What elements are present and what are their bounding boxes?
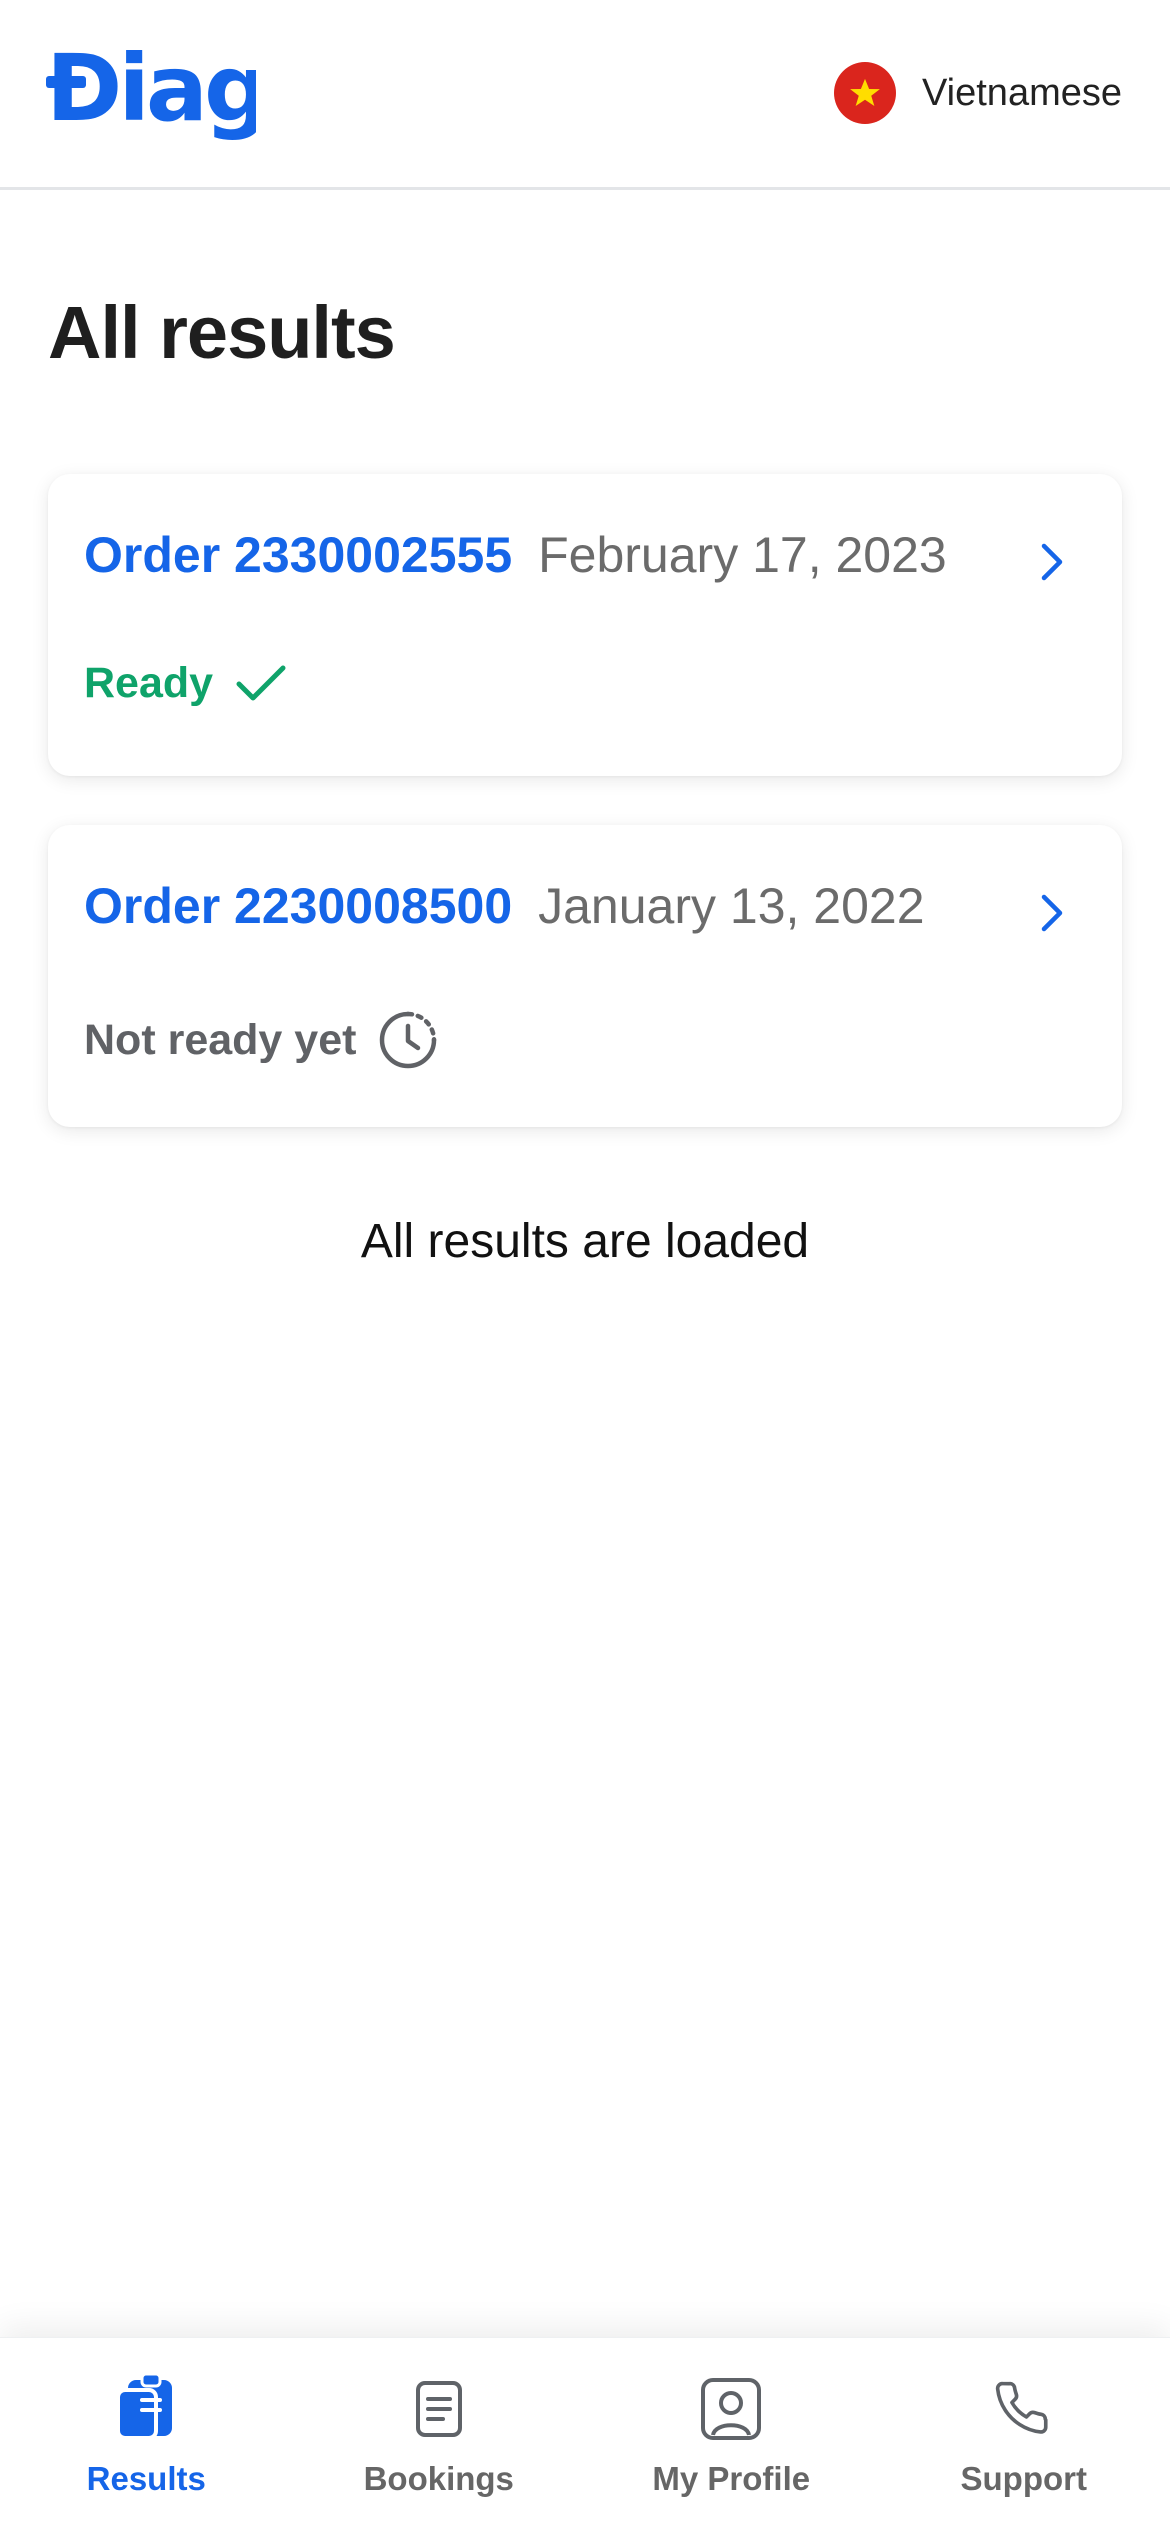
tab-bookings[interactable]: Bookings xyxy=(293,2338,586,2532)
tab-my-profile[interactable]: My Profile xyxy=(585,2338,878,2532)
order-date: January 13, 2022 xyxy=(538,878,925,934)
status-label: Ready xyxy=(84,659,214,707)
tab-label: Support xyxy=(960,2460,1087,2497)
check-icon xyxy=(236,665,286,700)
tab-label: Results xyxy=(86,2460,206,2497)
profile-icon xyxy=(697,2374,765,2444)
language-selector[interactable]: Vietnamese xyxy=(834,62,1122,124)
tab-results[interactable]: Results xyxy=(0,2338,293,2532)
tab-label: Bookings xyxy=(363,2460,514,2497)
status-badge: Not ready yet xyxy=(84,1010,438,1070)
status-badge: Ready xyxy=(84,659,287,708)
order-number: Order 2330002555 xyxy=(84,527,513,583)
order-number: Order 2230008500 xyxy=(84,878,513,934)
status-label: Not ready yet xyxy=(84,1015,357,1064)
clipboard-icon xyxy=(112,2374,180,2444)
all-loaded-message: All results are loaded xyxy=(360,1215,810,1268)
order-date: February 17, 2023 xyxy=(538,527,947,583)
tab-label: My Profile xyxy=(652,2460,811,2497)
clock-pending-icon xyxy=(380,1011,437,1069)
document-icon xyxy=(405,2374,473,2444)
app-header: Diag Vietnamese xyxy=(0,0,1170,190)
logo-text: Diag xyxy=(46,44,256,140)
diag-logo[interactable]: Diag xyxy=(46,44,256,140)
order-card[interactable]: Order 2230008500 January 13, 2022 Not re… xyxy=(48,825,1122,1127)
language-label: Vietnamese xyxy=(922,71,1122,114)
vietnam-flag-icon xyxy=(834,62,897,124)
diag-logo-mark: Diag xyxy=(46,44,256,140)
phone-icon xyxy=(990,2374,1058,2444)
bottom-tab-bar: Results Bookings My Profile Support xyxy=(0,2337,1170,2532)
chevron-right-icon[interactable] xyxy=(1032,536,1072,588)
logo-plus-mark xyxy=(46,76,86,88)
tab-support[interactable]: Support xyxy=(878,2338,1170,2532)
order-card[interactable]: Order 2330002555 February 17, 2023 Ready xyxy=(48,474,1122,776)
chevron-right-icon[interactable] xyxy=(1032,887,1072,939)
page-title: All results xyxy=(48,291,396,374)
